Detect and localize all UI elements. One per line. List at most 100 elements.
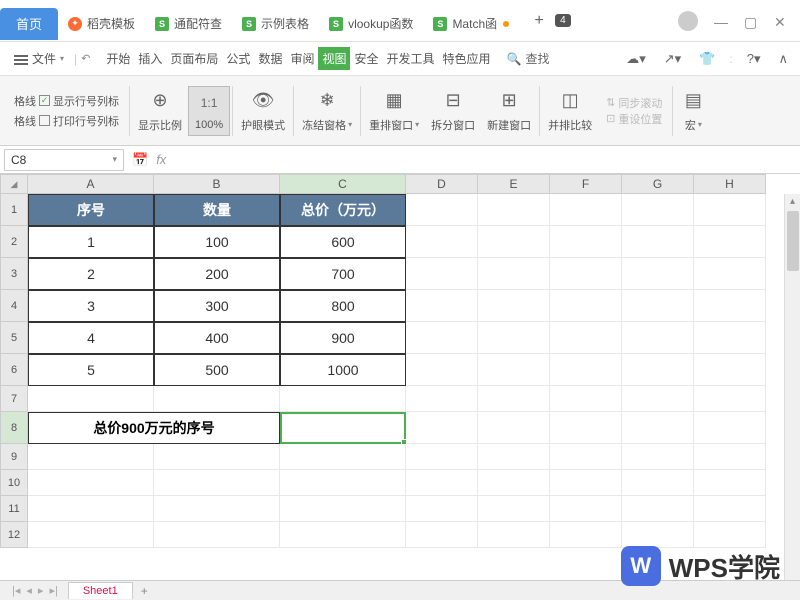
cell[interactable] xyxy=(280,386,406,412)
cell[interactable] xyxy=(622,522,694,548)
cell-a5[interactable]: 4 xyxy=(28,322,154,354)
cell[interactable] xyxy=(694,386,766,412)
cell[interactable] xyxy=(478,522,550,548)
new-window-button[interactable]: ⊞新建窗口 xyxy=(481,85,537,137)
cell[interactable] xyxy=(622,354,694,386)
row-header-11[interactable]: 11 xyxy=(0,496,28,522)
menu-security[interactable]: 安全 xyxy=(350,47,382,70)
menu-search[interactable]: 🔍 查找 xyxy=(507,50,550,67)
cell[interactable] xyxy=(694,258,766,290)
fx-icon[interactable]: fx xyxy=(156,152,166,167)
cell[interactable] xyxy=(694,290,766,322)
cell[interactable] xyxy=(406,258,478,290)
row-header-6[interactable]: 6 xyxy=(0,354,28,386)
cell[interactable] xyxy=(280,522,406,548)
cell[interactable] xyxy=(622,194,694,226)
cell[interactable] xyxy=(406,290,478,322)
tab-count-badge[interactable]: 4 xyxy=(555,14,571,27)
cell[interactable] xyxy=(406,444,478,470)
cell[interactable] xyxy=(694,522,766,548)
cell[interactable] xyxy=(550,444,622,470)
date-picker-icon[interactable]: 📅 xyxy=(132,152,148,168)
cell[interactable] xyxy=(478,322,550,354)
col-header-g[interactable]: G xyxy=(622,174,694,194)
cell[interactable] xyxy=(550,290,622,322)
cell[interactable] xyxy=(694,322,766,354)
vertical-scrollbar[interactable]: ▴ xyxy=(784,194,800,580)
cell[interactable] xyxy=(622,226,694,258)
cell-b3[interactable]: 200 xyxy=(154,258,280,290)
tab-sample[interactable]: S示例表格 xyxy=(232,8,319,40)
cell[interactable] xyxy=(406,522,478,548)
sheet-next-icon[interactable]: ▸ xyxy=(38,584,44,597)
tab-wildcard[interactable]: S通配符查 xyxy=(145,8,232,40)
cell[interactable] xyxy=(28,386,154,412)
tab-match[interactable]: SMatch函 xyxy=(423,8,519,40)
cell[interactable] xyxy=(280,496,406,522)
back-icon[interactable]: ↶ xyxy=(81,52,90,65)
minimize-button[interactable]: — xyxy=(714,14,728,28)
cell[interactable] xyxy=(154,386,280,412)
cell[interactable] xyxy=(694,354,766,386)
cell[interactable] xyxy=(694,412,766,444)
cell[interactable] xyxy=(478,258,550,290)
cell[interactable] xyxy=(622,444,694,470)
cell[interactable] xyxy=(694,496,766,522)
menu-special[interactable]: 特色应用 xyxy=(439,47,495,70)
cell-b5[interactable]: 400 xyxy=(154,322,280,354)
row-header-10[interactable]: 10 xyxy=(0,470,28,496)
col-header-h[interactable]: H xyxy=(694,174,766,194)
cell[interactable] xyxy=(550,522,622,548)
cell[interactable] xyxy=(622,258,694,290)
cell[interactable] xyxy=(622,412,694,444)
close-button[interactable]: ✕ xyxy=(774,14,788,28)
cell[interactable] xyxy=(154,496,280,522)
cell-a3[interactable]: 2 xyxy=(28,258,154,290)
cell[interactable] xyxy=(406,470,478,496)
cell[interactable] xyxy=(622,322,694,354)
zoom-100-button[interactable]: 1:1100% xyxy=(188,86,230,136)
row-header-8[interactable]: 8 xyxy=(0,412,28,444)
file-menu[interactable]: 文件 ▾ xyxy=(8,50,70,67)
menu-insert[interactable]: 插入 xyxy=(134,47,166,70)
cell-b2[interactable]: 100 xyxy=(154,226,280,258)
cell[interactable] xyxy=(550,226,622,258)
cell[interactable] xyxy=(550,258,622,290)
cell-c5[interactable]: 900 xyxy=(280,322,406,354)
tab-template[interactable]: ✦稻壳模板 xyxy=(58,8,145,40)
col-header-d[interactable]: D xyxy=(406,174,478,194)
user-avatar-icon[interactable] xyxy=(678,11,698,31)
tab-home[interactable]: 首页 xyxy=(0,8,58,40)
cell[interactable] xyxy=(406,386,478,412)
cell[interactable] xyxy=(622,386,694,412)
eye-mode-button[interactable]: 👁护眼模式 xyxy=(235,85,291,137)
menu-formula[interactable]: 公式 xyxy=(222,47,254,70)
cell-c8-selected[interactable] xyxy=(280,412,406,444)
tab-vlookup[interactable]: Svlookup函数 xyxy=(319,8,423,40)
cell-a2[interactable]: 1 xyxy=(28,226,154,258)
sync-scroll-button[interactable]: ⇅ 同步滚动 xyxy=(606,95,662,111)
col-header-e[interactable]: E xyxy=(478,174,550,194)
split-window-button[interactable]: ⊟拆分窗口 xyxy=(425,85,481,137)
sheet-last-icon[interactable]: ▸| xyxy=(49,584,57,597)
menu-home[interactable]: 开始 xyxy=(102,47,134,70)
cell-c3[interactable]: 700 xyxy=(280,258,406,290)
cell[interactable] xyxy=(154,522,280,548)
cell[interactable] xyxy=(694,194,766,226)
cell[interactable] xyxy=(550,470,622,496)
row-header-7[interactable]: 7 xyxy=(0,386,28,412)
collapse-ribbon-icon[interactable]: ∧ xyxy=(774,47,792,71)
cell[interactable] xyxy=(478,444,550,470)
row-header-4[interactable]: 4 xyxy=(0,290,28,322)
skin-icon[interactable]: 👕 xyxy=(695,47,719,71)
cell-b4[interactable]: 300 xyxy=(154,290,280,322)
rearrange-button[interactable]: ▦重排窗口▾ xyxy=(363,85,425,137)
cell-b1[interactable]: 数量 xyxy=(154,194,280,226)
cell[interactable] xyxy=(478,496,550,522)
cell[interactable] xyxy=(478,354,550,386)
add-sheet-button[interactable]: + xyxy=(133,582,156,600)
row-header-3[interactable]: 3 xyxy=(0,258,28,290)
scroll-up-icon[interactable]: ▴ xyxy=(785,194,800,209)
share-icon[interactable]: ↗▾ xyxy=(660,47,685,71)
cell-c6[interactable]: 1000 xyxy=(280,354,406,386)
